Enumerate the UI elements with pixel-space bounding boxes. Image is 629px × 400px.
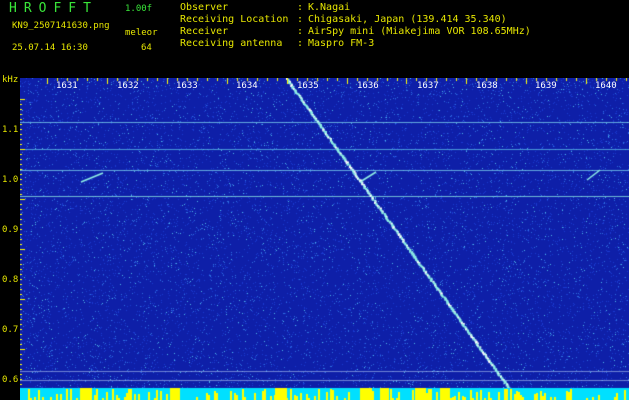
antenna-key: Receiving antenna bbox=[180, 38, 283, 49]
app-title: HROFFT bbox=[9, 1, 98, 16]
y-tick-label: 1.0 bbox=[2, 175, 19, 185]
version-label: 1.00f bbox=[125, 4, 153, 14]
x-tick-label: 1633 bbox=[176, 81, 198, 91]
x-tick-label: 1638 bbox=[476, 81, 498, 91]
y-tick-label: 0.6 bbox=[2, 375, 19, 385]
location-key: Receiving Location bbox=[180, 14, 289, 25]
antenna-value: Maspro FM-3 bbox=[308, 38, 375, 49]
x-tick-label: 1636 bbox=[357, 81, 379, 91]
y-axis-unit: kHz bbox=[2, 75, 19, 85]
filename-label: KN9_2507141630.png bbox=[12, 21, 110, 31]
observer-key: Observer bbox=[180, 2, 229, 13]
receiver-key: Receiver bbox=[180, 26, 229, 37]
x-tick-label: 1634 bbox=[236, 81, 258, 91]
spectrogram-canvas bbox=[20, 78, 629, 400]
mode-label: meleor bbox=[125, 28, 158, 38]
x-tick-label: 1632 bbox=[117, 81, 139, 91]
observer-separator: : bbox=[297, 2, 304, 13]
y-tick-label: 0.7 bbox=[2, 325, 19, 335]
header-panel: HROFFT 1.00f KN9_2507141630.png meleor 6… bbox=[0, 0, 629, 78]
receiver-value: AirSpy mini (Miakejima VOR 108.65MHz) bbox=[308, 26, 531, 37]
x-tick-label: 1640 bbox=[595, 81, 617, 91]
x-tick-label: 1637 bbox=[417, 81, 439, 91]
mode-value: 64 bbox=[141, 43, 152, 53]
location-value: Chigasaki, Japan (139.414 35.340) bbox=[308, 14, 507, 25]
x-tick-label: 1639 bbox=[535, 81, 557, 91]
y-tick-label: 0.8 bbox=[2, 275, 19, 285]
datetime-label: 25.07.14 16:30 bbox=[12, 43, 88, 53]
receiver-separator: : bbox=[297, 26, 304, 37]
observer-value: K.Nagai bbox=[308, 2, 351, 13]
antenna-separator: : bbox=[297, 38, 304, 49]
x-tick-label: 1631 bbox=[56, 81, 78, 91]
y-tick-label: 0.9 bbox=[2, 225, 19, 235]
x-tick-label: 1635 bbox=[297, 81, 319, 91]
y-tick-label: 1.1 bbox=[2, 125, 19, 135]
location-separator: : bbox=[297, 14, 304, 25]
